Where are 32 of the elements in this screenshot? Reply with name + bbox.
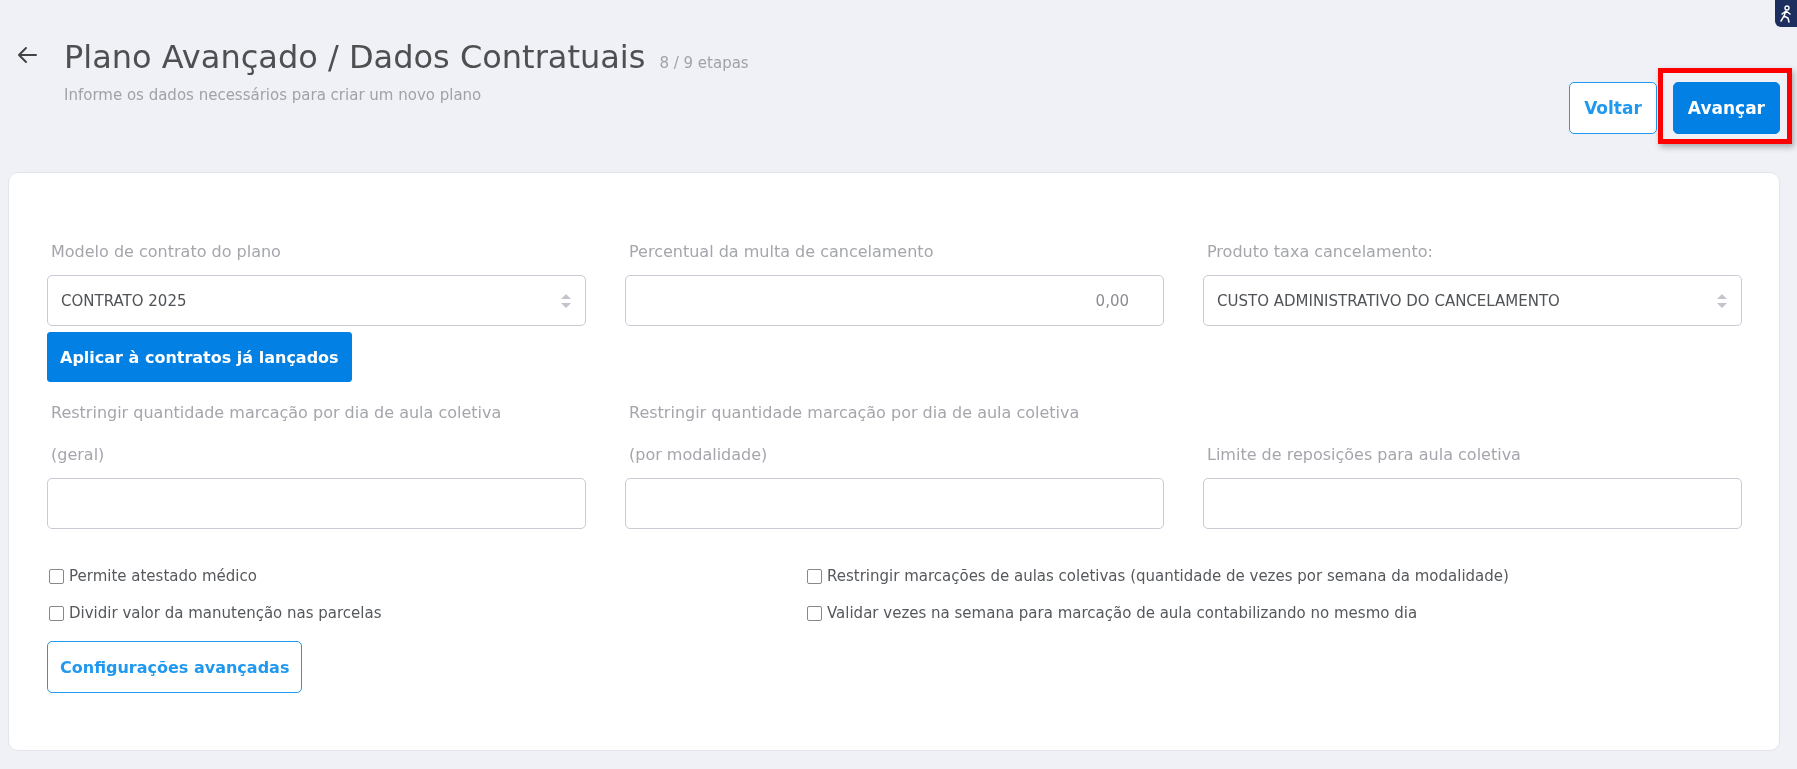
checkbox[interactable] bbox=[807, 605, 822, 621]
input-field[interactable] bbox=[1203, 478, 1742, 529]
apply-button[interactable]: Aplicar à contratos já lançados bbox=[47, 332, 352, 382]
field-label: Restringir quantidade marcação por dia de aula coletiva (por modalidade) bbox=[628, 402, 1081, 466]
walking-person-icon bbox=[1779, 4, 1793, 23]
checkbox[interactable] bbox=[807, 568, 822, 584]
advanced-settings-button[interactable]: Configurações avançadas bbox=[47, 641, 303, 693]
field-label: Produto taxa cancelamento: bbox=[1206, 241, 1434, 263]
checkbox-label: Validar vezes na semana para marcação de aula contabilizando no mesmo dia bbox=[827, 604, 1418, 622]
page-subtitle: Informe os dados necessários para criar um novo plano bbox=[64, 86, 483, 104]
back-button[interactable]: Voltar bbox=[1569, 82, 1657, 134]
accessibility-tab[interactable] bbox=[1775, 0, 1797, 27]
field-label: Restringir quantidade marcação por dia de aula coletiva (geral) bbox=[50, 402, 503, 466]
step-counter: 8 / 9 etapas bbox=[659, 54, 749, 72]
sort-arrows-icon bbox=[1716, 291, 1728, 310]
input-field[interactable] bbox=[625, 478, 1164, 529]
input-field[interactable]: 0,00 bbox=[625, 275, 1164, 326]
select-field[interactable]: CUSTO ADMINISTRATIVO DO CANCELAMENTO bbox=[1203, 275, 1742, 326]
checkbox[interactable] bbox=[49, 605, 64, 621]
field-label: Percentual da multa de cancelamento bbox=[628, 241, 935, 263]
checkbox-label: Restringir marcações de aulas coletivas (quantidade de vezes por semana da modalidade) bbox=[827, 567, 1509, 585]
field-label: Limite de reposições para aula coletiva bbox=[1206, 444, 1522, 466]
checkbox[interactable] bbox=[49, 568, 64, 584]
field-label: Modelo de contrato do plano bbox=[50, 241, 282, 263]
sort-arrows-icon bbox=[560, 291, 572, 310]
checkbox-label: Dividir valor da manutenção nas parcelas bbox=[69, 604, 382, 622]
next-button[interactable]: Avançar bbox=[1672, 82, 1780, 134]
page-title: Plano Avançado / Dados Contratuais bbox=[64, 38, 646, 76]
checkbox-label: Permite atestado médico bbox=[69, 567, 257, 585]
back-arrow-icon[interactable] bbox=[16, 46, 38, 64]
select-field[interactable]: CONTRATO 2025 bbox=[47, 275, 586, 326]
input-field[interactable] bbox=[47, 478, 586, 529]
